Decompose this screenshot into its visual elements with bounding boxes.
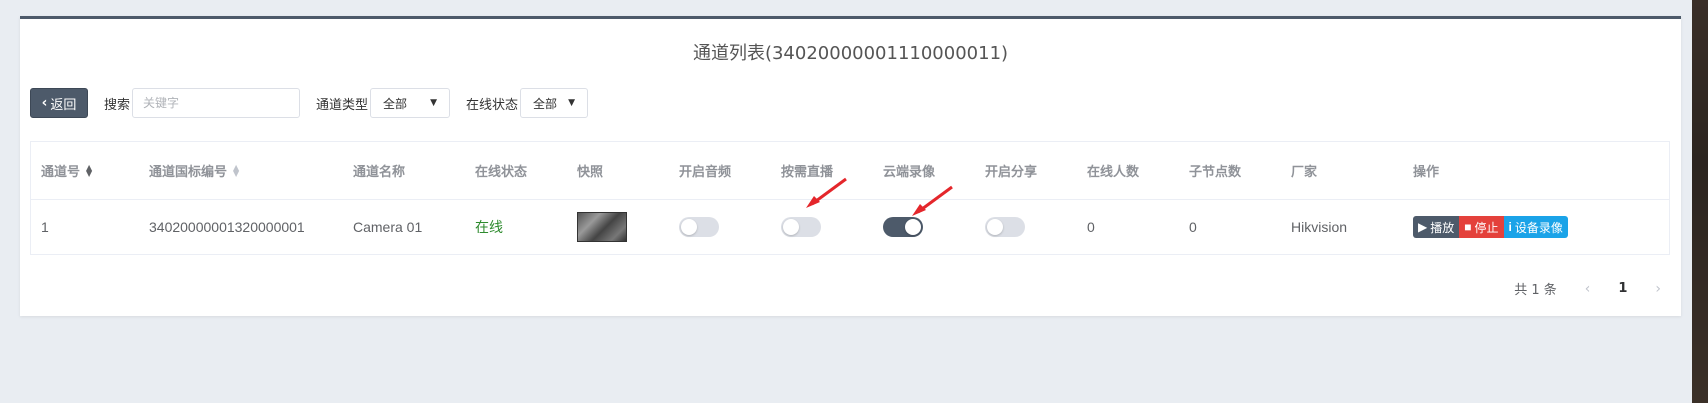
chevron-right-icon[interactable]: › [1655,281,1661,297]
page-number[interactable]: 1 [1618,281,1627,296]
channel-no: 1 [41,219,49,235]
sort-icon[interactable]: ▲ ▼ [233,163,239,177]
play-button[interactable]: ▶ 播放 [1413,216,1460,238]
row-actions: ▶ 播放 ■ 停止 i 设备录像 [1413,216,1568,238]
stop-button[interactable]: ■ 停止 [1459,216,1504,238]
background-strip [1692,0,1708,403]
column-header-channel-no[interactable]: 通道号 ▲ ▼ [41,142,92,199]
annotation-arrow-icon [806,177,847,208]
audio-toggle[interactable] [679,217,719,237]
pagination: 共 1 条 ‹ 1 › [1514,279,1661,299]
column-header-share: 开启分享 [985,165,1038,180]
share-toggle[interactable] [985,217,1025,237]
status-badge: 在线 [475,219,503,235]
device-record-button[interactable]: i 设备录像 [1503,216,1568,238]
filter-toolbar: ‹ 返回 搜索 通道类型 全部 ▼ 在线状态 全部 ▼ [30,88,589,118]
search-label: 搜索 [104,97,131,113]
column-header-audio: 开启音频 [679,165,732,180]
channel-table: 通道号 ▲ ▼ 通道国标编号 ▲ ▼ 通道名称 在线状态 快照 开启音频 按需直播 … [30,141,1670,255]
channel-type-label: 通道类型 [316,97,369,113]
column-header-online-users: 在线人数 [1087,165,1140,180]
snapshot-thumbnail[interactable] [577,212,627,242]
child-nodes: 0 [1189,219,1197,235]
online-status-label: 在线状态 [466,97,519,113]
online-status-value: 全部 [533,96,558,111]
channel-type-value: 全部 [383,96,408,111]
column-header-name: 通道名称 [353,165,406,180]
back-button-label: 返回 [50,97,77,113]
column-header-vendor: 厂家 [1291,165,1318,180]
online-users: 0 [1087,219,1095,235]
online-status-select[interactable]: 全部 ▼ [520,88,589,118]
table-header: 通道号 ▲ ▼ 通道国标编号 ▲ ▼ 通道名称 在线状态 快照 开启音频 按需直播 … [31,142,1669,200]
column-header-actions: 操作 [1413,165,1440,180]
caret-down-icon: ▼ [430,98,438,108]
back-button[interactable]: ‹ 返回 [30,88,88,118]
chevron-left-icon[interactable]: ‹ [1585,281,1591,297]
play-icon: ▶ [1418,220,1428,234]
stop-icon: ■ [1464,220,1472,234]
on-demand-toggle[interactable] [781,217,821,237]
table-row: 1 34020000001320000001 Camera 01 在线 0 0 … [31,200,1669,254]
pagination-total: 共 1 条 [1514,283,1557,298]
channel-type-select[interactable]: 全部 ▼ [370,88,451,118]
gb-id: 34020000001320000001 [149,219,305,235]
column-header-gb-id[interactable]: 通道国标编号 ▲ ▼ [149,142,239,199]
caret-down-icon: ▼ [568,98,576,108]
column-header-snapshot: 快照 [577,165,604,180]
snapshot-thumbnail-cell [577,200,627,254]
annotation-arrow-icon [912,185,953,216]
column-header-status: 在线状态 [475,165,528,180]
page-title: 通道列表(34020000001110000011) [692,43,1009,64]
channel-name: Camera 01 [353,219,423,235]
chevron-left-icon: ‹ [41,95,48,111]
info-icon: i [1508,220,1512,234]
search-input[interactable] [132,88,301,118]
sort-icon[interactable]: ▲ ▼ [86,163,92,177]
vendor: Hikvision [1291,219,1348,235]
column-header-child-nodes: 子节点数 [1189,165,1242,180]
cloud-record-toggle[interactable] [883,217,923,237]
channel-list-panel: 通道列表(34020000001110000011) ‹ 返回 搜索 通道类型 … [20,16,1681,316]
